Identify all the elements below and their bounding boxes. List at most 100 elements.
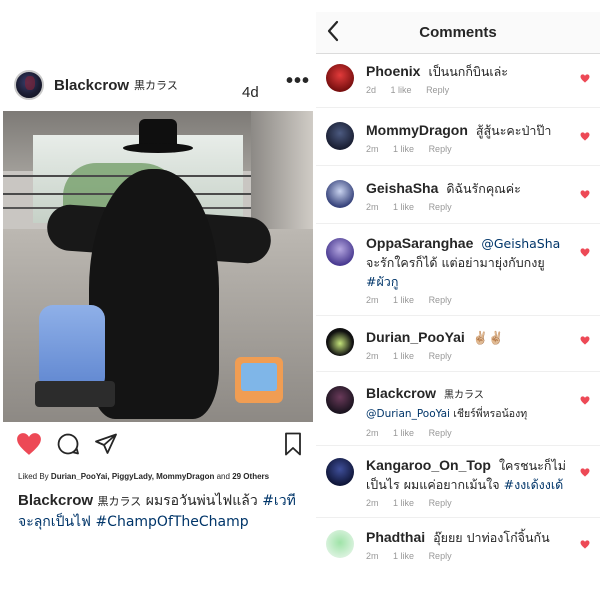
comment-time: 2m <box>366 295 379 305</box>
heart-icon[interactable] <box>580 468 590 477</box>
comment-reply-button[interactable]: Reply <box>429 498 452 508</box>
comment-line: @Durian_PooYai เชียร์พี่หรอน้องทุ <box>366 405 572 424</box>
comment-item: Phoenix เป็นนกก็บินเล่ะ 2d 1 like Reply <box>316 56 600 108</box>
comment-like-count[interactable]: 1 like <box>393 202 414 212</box>
comment-reply-button[interactable]: Reply <box>429 551 452 561</box>
bookmark-icon[interactable] <box>284 432 302 456</box>
likes-summary[interactable]: Liked By Durian_PooYai, PiggyLady, Mommy… <box>18 472 314 481</box>
comment-username[interactable]: GeishaSha <box>366 180 438 196</box>
comments-screen: Comments Phoenix เป็นนกก็บินเล่ะ 2d 1 li… <box>316 0 600 600</box>
comment-meta: 2m 1 like Reply <box>366 202 572 212</box>
comment-reply-button[interactable]: Reply <box>429 351 452 361</box>
comment-reply-button[interactable]: Reply <box>426 85 449 95</box>
comments-title: Comments <box>419 24 497 41</box>
photo-hat-brim <box>123 143 193 153</box>
comment-meta: 2m 1 like Reply <box>366 428 572 438</box>
post-photo[interactable] <box>3 111 313 422</box>
instagram-post: Blackcrow 黒カラス 4d ••• Liked By Durian_Po… <box>0 0 316 600</box>
comment-mention[interactable]: @GeishaSha <box>481 236 560 251</box>
comment-time: 2m <box>366 351 379 361</box>
comment-body: Phoenix เป็นนกก็บินเล่ะ 2d 1 like Reply <box>366 62 572 95</box>
comment-text: เป็นนกก็บินเล่ะ <box>428 64 509 79</box>
heart-icon[interactable] <box>580 396 590 405</box>
comment-body: Blackcrow 黒カラス @Durian_PooYai เชียร์พี่ห… <box>366 384 572 438</box>
avatar[interactable] <box>326 180 354 208</box>
comment-text: สู้สู้นะคะป่าป๊า <box>475 123 552 138</box>
comment-time: 2m <box>366 551 379 561</box>
heart-icon[interactable] <box>580 336 590 345</box>
comment-meta: 2m 1 like Reply <box>366 498 572 508</box>
comment-text: จะรักใครก็ได้ แต่อย่ามายุ่งกับกงยู <box>366 255 545 270</box>
comment-time: 2m <box>366 202 379 212</box>
comment-username[interactable]: MommyDragon <box>366 122 468 138</box>
comment-like-count[interactable]: 1 like <box>393 428 414 438</box>
avatar[interactable] <box>326 458 354 486</box>
comment-reply-button[interactable]: Reply <box>429 144 452 154</box>
comment-username[interactable]: Durian_PooYai <box>366 329 465 345</box>
comment-item: GeishaSha ดิฉันรักคุณค่ะ 2m 1 like Reply <box>316 166 600 224</box>
avatar[interactable] <box>326 122 354 150</box>
comment-reply-button[interactable]: Reply <box>429 428 452 438</box>
comment-text: ✌🏼✌🏼 <box>472 330 504 345</box>
heart-icon[interactable] <box>580 248 590 257</box>
avatar[interactable] <box>326 64 354 92</box>
comment-like-count[interactable]: 1 like <box>393 351 414 361</box>
caption-username[interactable]: Blackcrow <box>18 492 93 509</box>
avatar[interactable] <box>326 386 354 414</box>
post-author-avatar[interactable] <box>14 70 44 100</box>
heart-icon[interactable] <box>580 74 590 83</box>
comment-icon[interactable] <box>56 432 80 456</box>
comment-like-count[interactable]: 1 like <box>393 551 414 561</box>
comment-username[interactable]: OppaSaranghae <box>366 235 473 251</box>
caption-hashtag[interactable]: #ChampOfTheChamp <box>95 514 248 530</box>
comment-line: GeishaSha ดิฉันรักคุณค่ะ <box>366 179 572 198</box>
comment-item: Kangaroo_On_Top ใครชนะก็ไม่เป็นไร ผมแค่อ… <box>316 446 600 518</box>
heart-icon[interactable] <box>580 540 590 549</box>
comment-item: Blackcrow 黒カラス @Durian_PooYai เชียร์พี่ห… <box>316 372 600 446</box>
post-header: Blackcrow 黒カラス 4d ••• <box>14 68 310 102</box>
comment-meta: 2m 1 like Reply <box>366 144 572 154</box>
heart-icon[interactable] <box>16 432 42 456</box>
comment-username[interactable]: Phoenix <box>366 63 420 79</box>
comment-hashtag[interactable]: #งงเด้งงเด้ <box>504 477 564 492</box>
send-icon[interactable] <box>94 432 118 456</box>
avatar[interactable] <box>326 238 354 266</box>
post-action-bar <box>0 430 316 460</box>
comment-time: 2m <box>366 498 379 508</box>
comment-meta: 2m 1 like Reply <box>366 551 572 561</box>
comment-username[interactable]: Blackcrow <box>366 385 436 401</box>
comment-mention[interactable]: @Durian_PooYai <box>366 408 450 420</box>
likes-names[interactable]: Durian_PooYai, PiggyLady, MommyDragon <box>51 472 214 481</box>
comment-username-sub: 黒カラス <box>444 390 484 401</box>
photo-robot-base <box>35 381 115 407</box>
avatar[interactable] <box>326 530 354 558</box>
comment-like-count[interactable]: 1 like <box>393 498 414 508</box>
comment-text: เชียร์พี่หรอน้องทุ <box>453 408 528 420</box>
comment-like-count[interactable]: 1 like <box>391 85 412 95</box>
comment-hashtag[interactable]: #ผัวกู <box>366 274 398 289</box>
post-author-username[interactable]: Blackcrow <box>54 77 129 94</box>
heart-icon[interactable] <box>580 190 590 199</box>
comment-reply-button[interactable]: Reply <box>429 202 452 212</box>
more-options-icon[interactable]: ••• <box>286 70 310 93</box>
comment-meta: 2m 1 like Reply <box>366 295 572 305</box>
comment-like-count[interactable]: 1 like <box>393 295 414 305</box>
post-timestamp: 4d <box>242 84 259 101</box>
comment-username[interactable]: Phadthai <box>366 529 425 545</box>
comment-reply-button[interactable]: Reply <box>429 295 452 305</box>
comment-text: ดิฉันรักคุณค่ะ <box>446 181 521 196</box>
comment-item: OppaSaranghae @GeishaSha จะรักใครก็ได้ แ… <box>316 224 600 316</box>
avatar[interactable] <box>326 328 354 356</box>
heart-icon[interactable] <box>580 132 590 141</box>
comment-item: MommyDragon สู้สู้นะคะป่าป๊า 2m 1 like R… <box>316 108 600 166</box>
comment-time: 2m <box>366 144 379 154</box>
likes-prefix: Liked By <box>18 472 49 481</box>
comment-body: Kangaroo_On_Top ใครชนะก็ไม่เป็นไร ผมแค่อ… <box>366 456 572 508</box>
comment-line: OppaSaranghae @GeishaSha จะรักใครก็ได้ แ… <box>366 234 572 291</box>
photo-tv-screen <box>241 363 277 391</box>
comment-like-count[interactable]: 1 like <box>393 144 414 154</box>
comment-text: อุ๊ยยย ปาท่องโก๋จิ้นกัน <box>433 530 550 545</box>
comment-line: Kangaroo_On_Top ใครชนะก็ไม่เป็นไร ผมแค่อ… <box>366 456 572 494</box>
comment-username[interactable]: Kangaroo_On_Top <box>366 457 491 473</box>
likes-others[interactable]: 29 Others <box>232 472 269 481</box>
